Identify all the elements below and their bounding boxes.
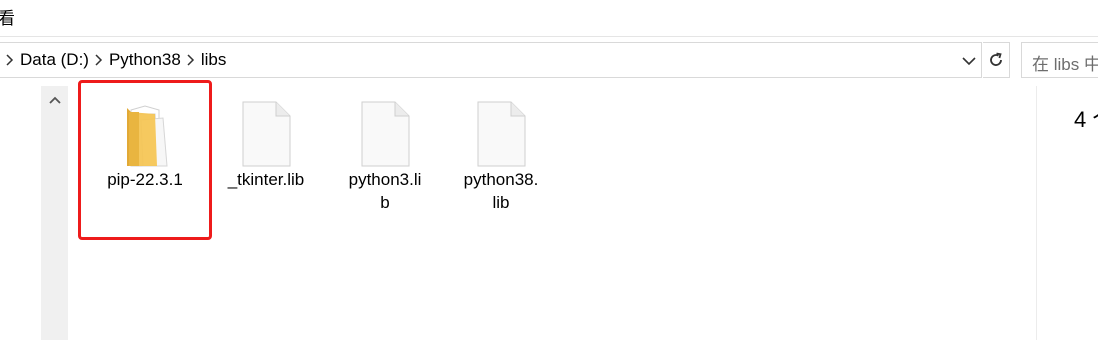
file-item-tkinter[interactable]: _tkinter.lib [211,100,321,191]
file-icon [242,101,291,167]
file-item-python3[interactable]: python3.li b [330,100,440,214]
ribbon-tab-view[interactable]: 看 [0,4,15,29]
ribbon-tab-strip: 看 [0,0,1098,37]
file-name-line2: lib [492,193,510,212]
breadcrumb-item-libs[interactable]: libs [201,50,227,70]
chevron-right-icon[interactable] [0,43,20,77]
chevron-down-icon[interactable] [958,51,980,71]
file-name: _tkinter.lib [227,170,305,189]
highlight-annotation [78,80,212,240]
refresh-icon [990,52,1002,66]
breadcrumb-item-python38[interactable]: Python38 [109,50,181,70]
address-bar-row: Data (D:) Python38 libs 在 libs 中 [0,42,1098,78]
file-name-line2: b [380,193,390,212]
refresh-button[interactable] [983,42,1010,78]
search-input[interactable]: 在 libs 中 [1021,42,1098,78]
breadcrumb: Data (D:) Python38 libs [0,43,226,77]
search-placeholder: 在 libs 中 [1032,55,1098,74]
chevron-right-icon[interactable] [89,43,109,77]
file-icon [477,101,526,167]
file-item-python38[interactable]: python38. lib [446,100,556,214]
item-count: 4 个 [1074,107,1098,132]
breadcrumb-item-drive[interactable]: Data (D:) [20,50,89,70]
chevron-right-icon[interactable] [181,43,201,77]
scrollbar[interactable] [41,86,68,340]
scroll-up-button[interactable] [41,86,68,114]
address-bar[interactable]: Data (D:) Python38 libs [0,42,982,78]
file-icon [361,101,410,167]
chevron-up-icon [48,96,61,104]
navigation-pane [0,86,41,340]
file-name-line1: python38. [463,170,539,189]
details-pane: 4 个 [1036,86,1098,340]
file-name-line1: python3.li [348,170,422,189]
